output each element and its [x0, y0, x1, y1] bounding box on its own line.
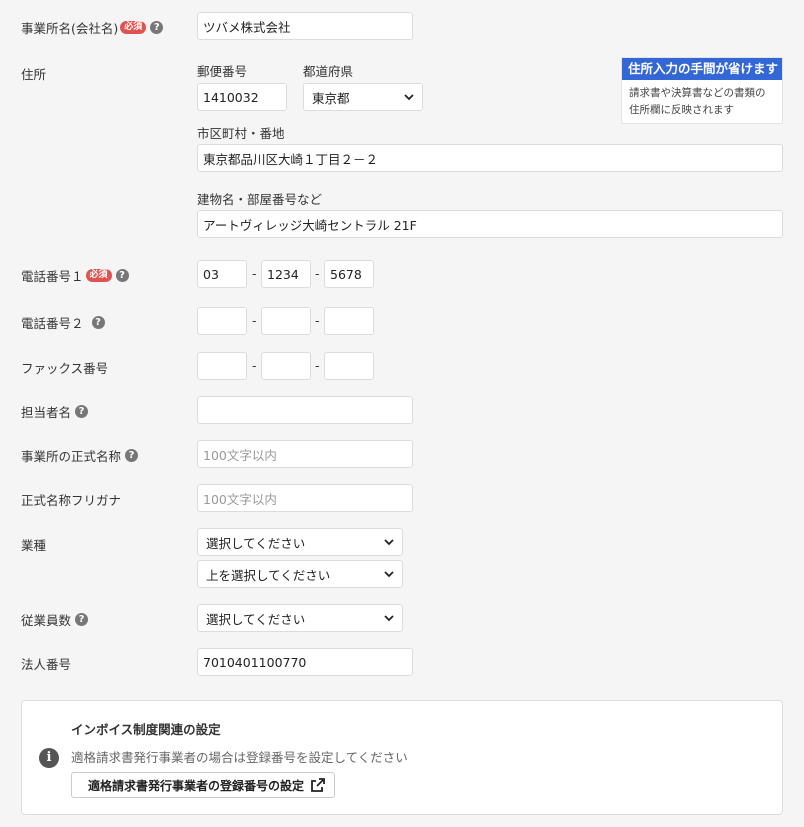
help-icon[interactable]: ? — [115, 269, 129, 282]
company-name-input[interactable]: ツバメ株式会社 — [197, 12, 413, 40]
dash-separator: - — [315, 266, 320, 281]
employees-select-value: 選択してください — [206, 611, 306, 627]
chevron-down-icon — [384, 615, 394, 622]
prefecture-select[interactable]: 東京都 — [303, 83, 423, 111]
address-label: 住所 — [21, 67, 47, 82]
employees-select[interactable]: 選択してください — [197, 604, 403, 632]
official-kana-input[interactable]: 100文字以内 — [197, 484, 413, 512]
dash-separator: - — [252, 313, 257, 328]
postal-code-input[interactable]: 1410032 — [197, 83, 287, 111]
phone2-part1-input[interactable] — [197, 307, 247, 335]
employees-label: 従業員数 ? — [21, 610, 89, 629]
company-name-label: 事業所名(会社名) 必須 ? — [21, 18, 164, 37]
prefecture-label: 都道府県 — [303, 64, 354, 79]
address-hint-title: 住所入力の手間が省けます — [622, 58, 782, 80]
external-link-icon — [311, 778, 325, 792]
invoice-settings-panel: i インボイス制度関連の設定 適格請求書発行事業者の場合は登録番号を設定してくだ… — [21, 700, 783, 815]
invoice-registration-button-label: 適格請求書発行事業者の登録番号の設定 — [88, 778, 305, 793]
phone1-part2-input[interactable]: 1234 — [261, 260, 311, 288]
official-name-label-text: 事業所の正式名称 — [21, 449, 122, 464]
phone1-part1-input[interactable]: 03 — [197, 260, 247, 288]
city-label: 市区町村・番地 — [197, 126, 285, 141]
invoice-panel-description: 適格請求書発行事業者の場合は登録番号を設定してください — [71, 750, 408, 765]
phone1-label: 電話番号１ 必須 ? — [21, 266, 129, 285]
contact-label-text: 担当者名 — [21, 405, 72, 420]
address-hint-body: 請求書や決算書などの書類の住所欄に反映されます — [629, 87, 766, 116]
city-input[interactable]: 東京都品川区大崎１丁目２－２ — [197, 144, 783, 172]
industry-sub-select[interactable]: 上を選択してください — [197, 560, 403, 588]
address-hint-box: 住所入力の手間が省けます 請求書や決算書などの書類の住所欄に反映されます — [621, 57, 783, 124]
phone2-label: 電話番号２ ? — [21, 313, 105, 332]
phone2-part2-input[interactable] — [261, 307, 311, 335]
fax-part3-input[interactable] — [324, 352, 374, 380]
official-name-input[interactable]: 100文字以内 — [197, 440, 413, 468]
official-name-label: 事業所の正式名称 ? — [21, 446, 139, 465]
dash-separator: - — [315, 358, 320, 373]
corp-number-input[interactable]: 7010401100770 — [197, 648, 413, 676]
fax-part1-input[interactable] — [197, 352, 247, 380]
industry-select[interactable]: 選択してください — [197, 528, 403, 556]
required-badge: 必須 — [85, 269, 112, 282]
dash-separator: - — [252, 358, 257, 373]
required-badge: 必須 — [120, 21, 147, 34]
industry-select-value: 選択してください — [206, 535, 306, 551]
industry-label: 業種 — [21, 538, 47, 553]
fax-label: ファックス番号 — [21, 361, 109, 376]
industry-sub-select-value: 上を選択してください — [206, 567, 331, 583]
contact-label: 担当者名 ? — [21, 402, 89, 421]
chevron-down-icon — [384, 539, 394, 546]
building-input[interactable]: アートヴィレッジ大崎セントラル 21F — [197, 210, 783, 238]
chevron-down-icon — [384, 571, 394, 578]
help-icon[interactable]: ? — [75, 613, 89, 626]
official-kana-label: 正式名称フリガナ — [21, 493, 122, 508]
help-icon[interactable]: ? — [150, 21, 164, 34]
chevron-down-icon — [404, 94, 414, 101]
prefecture-select-value: 東京都 — [312, 90, 350, 106]
help-icon[interactable]: ? — [75, 405, 89, 418]
corp-number-label: 法人番号 — [21, 657, 72, 672]
fax-part2-input[interactable] — [261, 352, 311, 380]
phone2-part3-input[interactable] — [324, 307, 374, 335]
phone1-label-text: 電話番号１ — [21, 269, 84, 284]
dash-separator: - — [252, 266, 257, 281]
contact-input[interactable] — [197, 396, 413, 424]
employees-label-text: 従業員数 — [21, 613, 72, 628]
invoice-registration-button[interactable]: 適格請求書発行事業者の登録番号の設定 — [71, 772, 336, 798]
help-icon[interactable]: ? — [91, 316, 105, 329]
help-icon[interactable]: ? — [125, 449, 139, 462]
postal-code-label: 郵便番号 — [197, 64, 248, 79]
building-label: 建物名・部屋番号など — [197, 192, 323, 207]
phone1-part3-input[interactable]: 5678 — [324, 260, 374, 288]
info-circle-icon: i — [39, 748, 59, 768]
invoice-panel-title: インボイス制度関連の設定 — [71, 722, 221, 737]
phone2-label-text: 電話番号２ — [21, 316, 84, 331]
dash-separator: - — [315, 313, 320, 328]
company-name-label-text: 事業所名(会社名) — [21, 21, 119, 36]
